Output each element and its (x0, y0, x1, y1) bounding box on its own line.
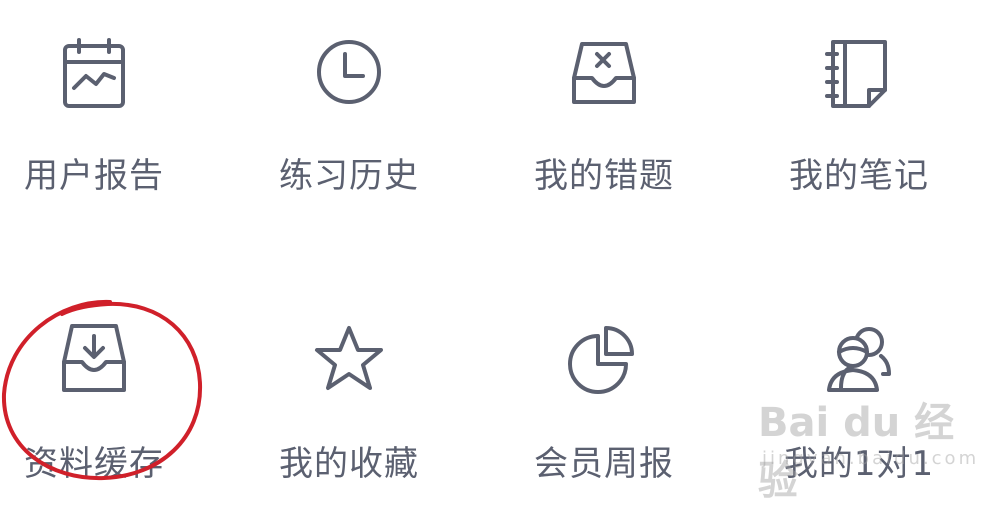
pie-chart-icon (564, 322, 644, 402)
download-tray-icon (54, 322, 134, 402)
report-calendar-icon (54, 38, 134, 118)
menu-item-material-cache[interactable]: 资料缓存 (0, 322, 194, 522)
chat-people-icon (819, 322, 899, 402)
menu-item-label: 我的1对1 (783, 444, 935, 484)
menu-item-label: 我的收藏 (279, 444, 419, 484)
star-icon (309, 322, 389, 402)
menu-item-label: 会员周报 (534, 444, 674, 484)
clock-icon (309, 38, 389, 118)
menu-item-my-notes[interactable]: 我的笔记 (759, 38, 959, 238)
menu-item-label: 我的笔记 (789, 156, 929, 196)
menu-item-my-mistakes[interactable]: 我的错题 (504, 38, 704, 238)
menu-item-label: 资料缓存 (24, 444, 164, 484)
menu-item-my-favorites[interactable]: 我的收藏 (249, 322, 449, 522)
notebook-icon (819, 38, 899, 118)
menu-item-label: 我的错题 (534, 156, 674, 196)
wrong-questions-tray-icon (564, 38, 644, 118)
menu-item-label: 练习历史 (279, 156, 419, 196)
menu-item-label: 用户报告 (24, 156, 164, 196)
menu-item-my-one-on-one[interactable]: 我的1对1 (759, 322, 959, 522)
menu-item-member-weekly-report[interactable]: 会员周报 (504, 322, 704, 522)
menu-grid: 用户报告 练习历史 我的错题 我的笔记 资料缓存 我的收藏 会员周报 我的1对1 (0, 0, 988, 494)
menu-item-practice-history[interactable]: 练习历史 (249, 38, 449, 238)
menu-item-user-report[interactable]: 用户报告 (0, 38, 194, 238)
